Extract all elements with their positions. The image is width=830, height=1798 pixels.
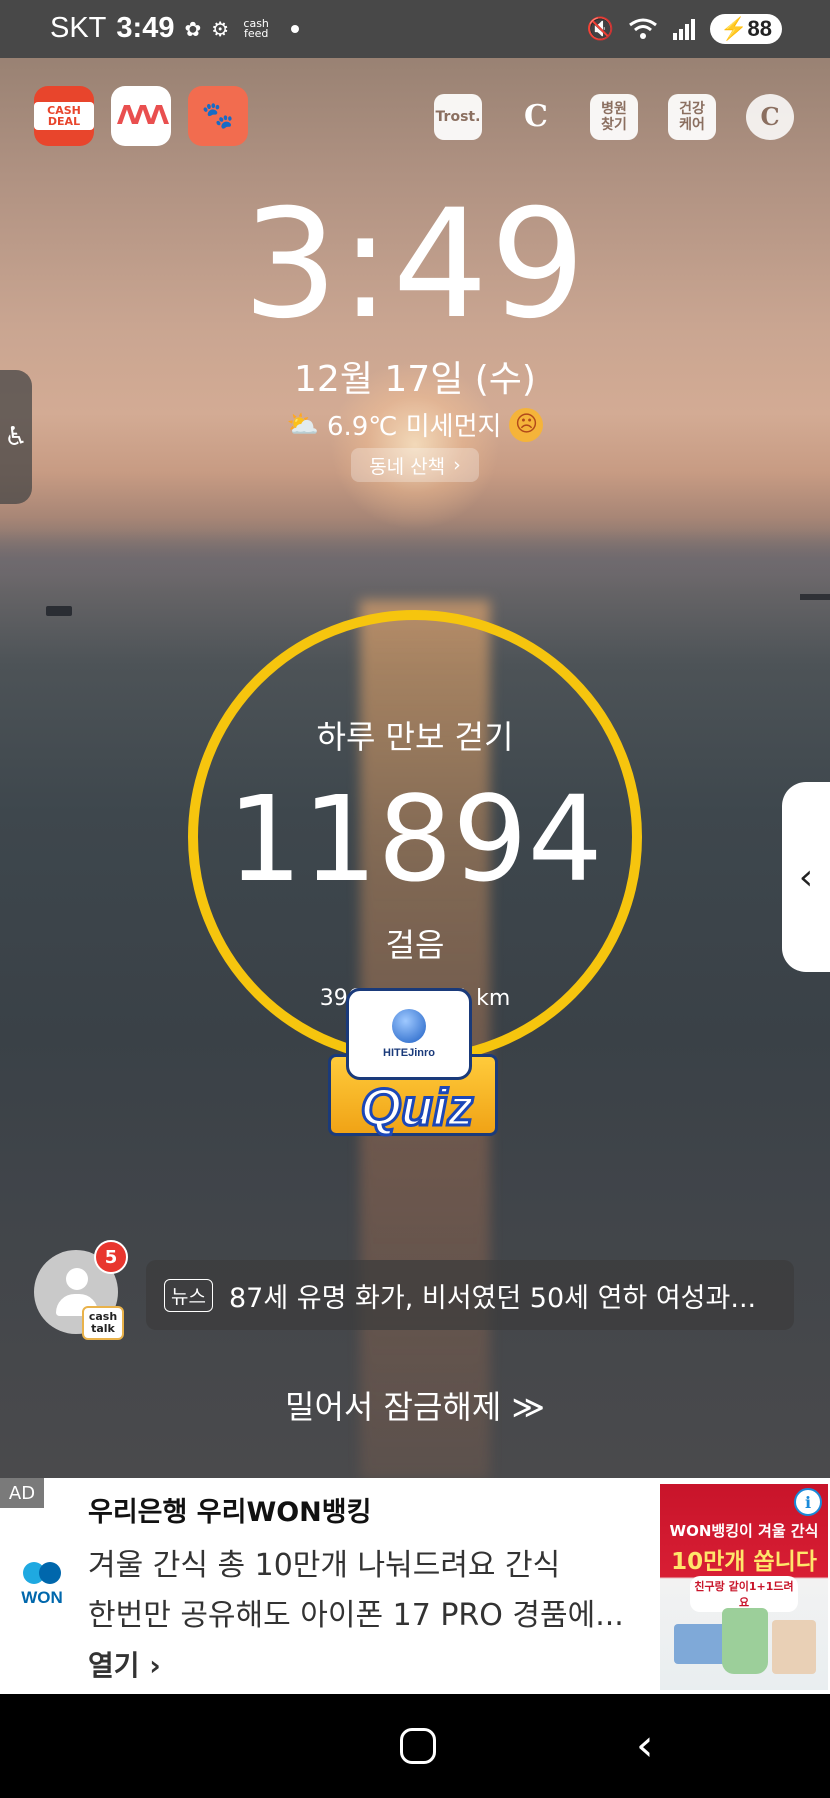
lockscreen-clock: 3:49 <box>242 178 588 352</box>
won-logo-text: WON <box>21 1588 63 1607</box>
cashwalk-bell-icon[interactable]: C <box>512 94 560 140</box>
accessibility-handle[interactable]: ♿ <box>0 370 32 504</box>
quiz-card: HITEJinro <box>346 988 472 1080</box>
ad-advertiser: 우리은행 우리WON뱅킹 <box>88 1497 372 1528</box>
unlock-hint[interactable]: 밀어서 잠금해제 ≫ <box>0 1382 830 1428</box>
quiz-brand: HITEJinro <box>383 1047 435 1059</box>
wave-icon[interactable]: ᐱᐱᐱ <box>111 86 171 146</box>
navigation-bar: ‹ <box>0 1694 830 1798</box>
news-headline: 87세 유명 화가, 비서였던 50세 연하 여성과... <box>228 1282 757 1314</box>
home-button-icon[interactable] <box>400 1728 436 1764</box>
ad-image-text-2: 10만개 쏩니다 <box>671 1549 817 1575</box>
trost-icon[interactable]: Trost. <box>434 94 482 140</box>
status-bar: SKT 3:49 ✿ ⚙ cash feed 🔇 ⚡ 88 <box>0 0 830 58</box>
boat <box>800 594 830 600</box>
mute-icon: 🔇 <box>586 16 615 42</box>
ad-tag: AD <box>0 1478 44 1508</box>
horizon-clouds <box>0 530 830 590</box>
chat-status-icon: ✿ <box>184 16 202 41</box>
battery-level: 88 <box>747 16 772 41</box>
paw-icon[interactable]: 🐾 <box>188 86 248 146</box>
lockscreen-date: 12월 17일 (수) <box>294 359 536 400</box>
ad-banner[interactable]: AD WON 우리은행 우리WON뱅킹 겨울 간식 총 10만개 나눠드려요 간… <box>0 1478 830 1694</box>
coin-icon[interactable]: C <box>746 94 794 140</box>
health-icon[interactable]: 건강 케어 <box>668 94 716 140</box>
status-time: 3:49 <box>116 12 175 44</box>
wifi-icon <box>629 18 658 39</box>
chevron-right-icon: › <box>453 454 461 476</box>
health-label: 건강 케어 <box>679 101 705 133</box>
quiz-label: Quiz <box>359 1078 475 1139</box>
accessibility-icon: ♿ <box>4 422 28 452</box>
gear-status-icon: ⚙ <box>211 16 230 41</box>
right-app-shortcuts: Trost. C 병원 찾기 건강 케어 C <box>434 94 794 140</box>
news-tag: 뉴스 <box>164 1278 213 1312</box>
won-logo-icon: WON <box>18 1562 66 1608</box>
ad-info-icon[interactable]: i <box>794 1488 822 1516</box>
hitejinro-logo-icon <box>392 1009 426 1043</box>
weather-text: 6.9℃ 미세먼지 <box>326 412 502 442</box>
cashfeed-status-icon: cash feed <box>243 16 269 40</box>
partly-cloudy-icon: ⛅ <box>286 409 319 440</box>
drink-illustration <box>722 1608 768 1674</box>
boat <box>46 606 72 616</box>
ad-image-text-3: 친구랑 같이1+1드려요 <box>690 1576 798 1612</box>
cashdeal-icon[interactable]: CASH DEAL <box>34 86 94 146</box>
trost-label: Trost. <box>435 109 481 125</box>
notification-badge: 5 <box>94 1240 128 1274</box>
card-illustration <box>674 1624 728 1664</box>
ad-open-button[interactable]: 열기 › <box>88 1644 161 1684</box>
sad-face-icon: ☹ <box>509 407 544 442</box>
carrier-label: SKT <box>50 12 107 44</box>
left-app-shortcuts: CASH DEAL ᐱᐱᐱ 🐾 <box>34 86 248 146</box>
ad-line-1: 겨울 간식 총 10만개 나눠드려요 간식 <box>88 1548 561 1583</box>
cashtalk-icon: cash talk <box>82 1306 124 1340</box>
walk-chip-label: 동네 산책 <box>369 455 446 478</box>
lockscreen: SKT 3:49 ✿ ⚙ cash feed 🔇 ⚡ 88 CASH DEAL … <box>0 0 830 1798</box>
hospital-icon[interactable]: 병원 찾기 <box>590 94 638 140</box>
news-banner[interactable]: 뉴스 87세 유명 화가, 비서였던 50세 연하 여성과... <box>146 1260 794 1330</box>
bell-label: C <box>524 99 548 134</box>
back-button-icon[interactable]: ‹ <box>636 1720 654 1771</box>
snack-box-illustration <box>772 1620 816 1674</box>
weather-row: ⛅ 6.9℃ 미세먼지 ☹ <box>0 406 830 443</box>
pedometer-title: 하루 만보 걷기 <box>316 718 514 756</box>
step-unit: 걸음 <box>385 926 445 964</box>
ad-image-text-1: WON뱅킹이 겨울 간식 <box>669 1522 819 1540</box>
battery-icon: ⚡ 88 <box>710 14 782 44</box>
signal-icon <box>673 19 696 40</box>
cashdeal-label: CASH DEAL <box>34 102 94 130</box>
coin-label: C <box>760 102 780 131</box>
hospital-label: 병원 찾기 <box>601 101 627 133</box>
walk-chip-button[interactable]: 동네 산책 › <box>351 448 479 482</box>
step-count: 11894 <box>227 770 603 908</box>
quiz-widget[interactable]: HITEJinro Quiz <box>328 988 498 1148</box>
avatar-head-icon <box>66 1268 88 1290</box>
ad-line-2: 한번만 공유해도 아이폰 17 PRO 경품에... <box>88 1598 624 1633</box>
notification-dot-icon <box>291 24 300 33</box>
